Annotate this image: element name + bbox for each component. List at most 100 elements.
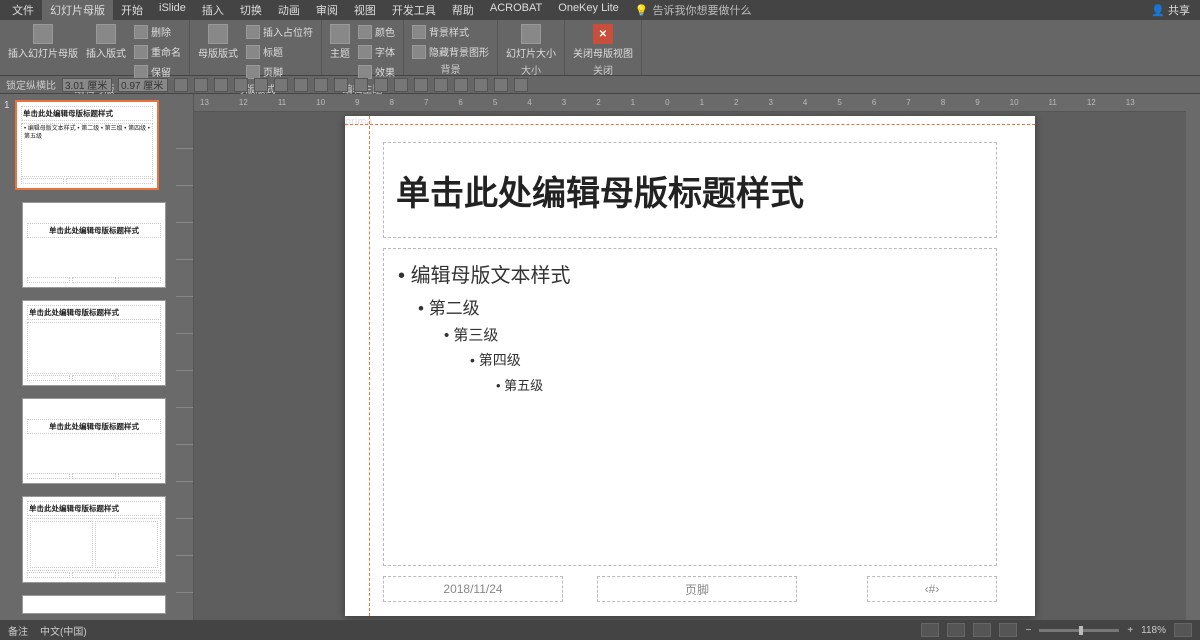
slide-size-button[interactable]: 幻灯片大小 bbox=[504, 22, 558, 62]
ribbon-group-background: 背景样式 隐藏背景图形 背景 bbox=[404, 20, 498, 75]
quick-tool-icon[interactable] bbox=[494, 78, 508, 92]
master-layout-button[interactable]: 母版版式 bbox=[196, 22, 240, 62]
checkbox-icon bbox=[246, 45, 260, 59]
thumb-number: 1 bbox=[4, 100, 12, 190]
tab-slide-master[interactable]: 幻灯片母版 bbox=[42, 0, 113, 21]
width-input[interactable] bbox=[62, 78, 112, 92]
ribbon-group-size: 幻灯片大小 大小 bbox=[498, 20, 565, 75]
colors-button[interactable]: 颜色 bbox=[356, 22, 397, 41]
slideshow-view-button[interactable] bbox=[999, 623, 1017, 637]
notes-button[interactable]: 备注 bbox=[8, 623, 28, 638]
title-label: 标题 bbox=[263, 44, 283, 59]
ruler-tick: 12 bbox=[239, 98, 248, 107]
thumb-layout-4[interactable]: 单击此处编辑母版标题样式 bbox=[22, 496, 166, 582]
delete-icon bbox=[134, 25, 148, 39]
date-placeholder[interactable]: 2018/11/24 bbox=[383, 576, 563, 602]
thumb-master-1[interactable]: 单击此处编辑母版标题样式 • 编辑母版文本样式 • 第二级 • 第三级 • 第四… bbox=[15, 100, 159, 190]
canvas-scroll[interactable]: 单击此处编辑母版标题样式 • 编辑母版文本样式 • 第二级 • 第三级 • 第四… bbox=[194, 112, 1186, 620]
guide-horizontal bbox=[345, 124, 1035, 125]
slide-canvas[interactable]: 单击此处编辑母版标题样式 • 编辑母版文本样式 • 第二级 • 第三级 • 第四… bbox=[345, 116, 1035, 616]
slide-size-icon bbox=[521, 24, 541, 44]
background-styles-button[interactable]: 背景样式 bbox=[410, 22, 491, 41]
quick-tool-icon[interactable] bbox=[254, 78, 268, 92]
vertical-scrollbar[interactable] bbox=[1186, 94, 1200, 620]
tab-review[interactable]: 审阅 bbox=[308, 0, 346, 21]
quick-tool-icon[interactable] bbox=[454, 78, 468, 92]
body-placeholder[interactable]: • 编辑母版文本样式 • 第二级 • 第三级 • 第四级 • 第五级 bbox=[383, 248, 997, 566]
thumb-layout-2[interactable]: 单击此处编辑母版标题样式 bbox=[22, 300, 166, 386]
quick-tool-icon[interactable] bbox=[354, 78, 368, 92]
tell-me[interactable]: 💡 告诉我你想要做什么 bbox=[635, 2, 752, 18]
thumbnail-panel[interactable]: 1 单击此处编辑母版标题样式 • 编辑母版文本样式 • 第二级 • 第三级 • … bbox=[0, 94, 176, 620]
thumb-title: 单击此处编辑母版标题样式 bbox=[27, 501, 161, 516]
quick-tool-icon[interactable] bbox=[174, 78, 188, 92]
hide-bg-graphics-checkbox[interactable]: 隐藏背景图形 bbox=[410, 42, 491, 61]
slide-size-label: 幻灯片大小 bbox=[506, 45, 556, 60]
tab-transitions[interactable]: 切换 bbox=[232, 0, 270, 21]
height-input[interactable] bbox=[118, 78, 168, 92]
quick-tool-icon[interactable] bbox=[214, 78, 228, 92]
fit-to-window-button[interactable] bbox=[1174, 623, 1192, 637]
master-layout-label: 母版版式 bbox=[198, 45, 238, 60]
quick-tool-icon[interactable] bbox=[514, 78, 528, 92]
quick-tool-icon[interactable] bbox=[474, 78, 488, 92]
zoom-slider[interactable] bbox=[1039, 629, 1119, 632]
insert-layout-button[interactable]: 插入版式 bbox=[84, 22, 128, 62]
themes-button[interactable]: 主题 bbox=[328, 22, 352, 62]
tab-file[interactable]: 文件 bbox=[4, 0, 42, 21]
tab-help[interactable]: 帮助 bbox=[444, 0, 482, 21]
tab-onekey[interactable]: OneKey Lite bbox=[550, 0, 627, 21]
tab-home[interactable]: 开始 bbox=[113, 0, 151, 21]
share-button[interactable]: 👤 共享 bbox=[1145, 2, 1196, 18]
footer-placeholder[interactable]: 页脚 bbox=[597, 576, 797, 602]
delete-button[interactable]: 删除 bbox=[132, 22, 183, 41]
fonts-button[interactable]: 字体 bbox=[356, 42, 397, 61]
close-master-button[interactable]: ✕关闭母版视图 bbox=[571, 22, 635, 62]
language-status[interactable]: 中文(中国) bbox=[40, 623, 87, 638]
tab-islide[interactable]: iSlide bbox=[151, 0, 194, 21]
tab-animations[interactable]: 动画 bbox=[270, 0, 308, 21]
insert-placeholder-button[interactable]: 插入占位符 bbox=[244, 22, 315, 41]
preserve-icon bbox=[134, 65, 148, 79]
title-placeholder[interactable]: 单击此处编辑母版标题样式 bbox=[383, 142, 997, 238]
body-level-3: • 第三级 bbox=[444, 324, 982, 345]
ruler-tick: 9 bbox=[975, 98, 979, 107]
insert-slide-master-button[interactable]: 插入幻灯片母版 bbox=[6, 22, 80, 62]
tab-developer[interactable]: 开发工具 bbox=[384, 0, 444, 21]
share-label: 共享 bbox=[1168, 5, 1190, 17]
share-icon: 👤 bbox=[1151, 5, 1165, 17]
ruler-tick: 6 bbox=[458, 98, 462, 107]
slide-number-text: ‹#› bbox=[925, 582, 940, 596]
hide-bg-label: 隐藏背景图形 bbox=[429, 44, 489, 59]
quick-tool-icon[interactable] bbox=[414, 78, 428, 92]
ruler-tick: 2 bbox=[734, 98, 738, 107]
thumb-layout-1[interactable]: 单击此处编辑母版标题样式 bbox=[22, 202, 166, 288]
ruler-tick: 11 bbox=[278, 98, 286, 107]
quick-tool-icon[interactable] bbox=[194, 78, 208, 92]
reading-view-button[interactable] bbox=[973, 623, 991, 637]
quick-tool-icon[interactable] bbox=[274, 78, 288, 92]
quick-tool-icon[interactable] bbox=[434, 78, 448, 92]
title-checkbox[interactable]: 标题 bbox=[244, 42, 315, 61]
ribbon-group-edit-theme: 主题 颜色 字体 效果 编辑主题 bbox=[322, 20, 404, 75]
sorter-view-button[interactable] bbox=[947, 623, 965, 637]
thumb-layout-3[interactable]: 单击此处编辑母版标题样式 bbox=[22, 398, 166, 484]
placeholder-icon bbox=[246, 25, 260, 39]
quick-tool-icon[interactable] bbox=[334, 78, 348, 92]
quick-tool-icon[interactable] bbox=[394, 78, 408, 92]
insert-slide-master-label: 插入幻灯片母版 bbox=[8, 45, 78, 60]
rename-button[interactable]: 重命名 bbox=[132, 42, 183, 61]
colors-label: 颜色 bbox=[375, 24, 395, 39]
tab-insert[interactable]: 插入 bbox=[194, 0, 232, 21]
slide-number-placeholder[interactable]: ‹#› bbox=[867, 576, 997, 602]
tab-acrobat[interactable]: ACROBAT bbox=[482, 0, 550, 21]
thumb-layout-5[interactable] bbox=[22, 595, 166, 615]
quick-tool-icon[interactable] bbox=[374, 78, 388, 92]
normal-view-button[interactable] bbox=[921, 623, 939, 637]
thumb-body bbox=[27, 518, 161, 570]
tab-view[interactable]: 视图 bbox=[346, 0, 384, 21]
quick-tool-icon[interactable] bbox=[314, 78, 328, 92]
quick-tool-icon[interactable] bbox=[294, 78, 308, 92]
tell-me-label: 告诉我你想要做什么 bbox=[653, 2, 752, 18]
quick-tool-icon[interactable] bbox=[234, 78, 248, 92]
